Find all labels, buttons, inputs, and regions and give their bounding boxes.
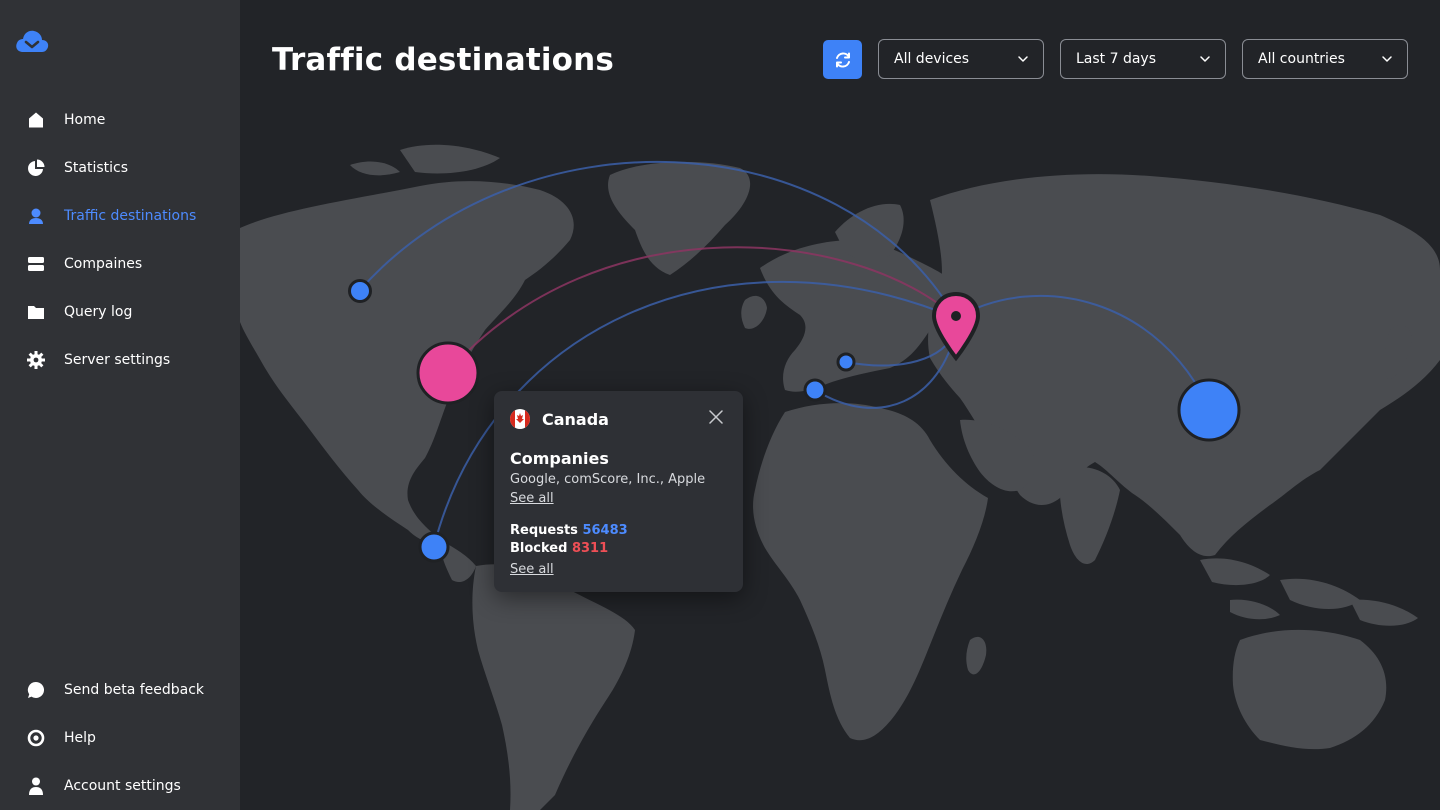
chevron-down-icon bbox=[1382, 56, 1392, 62]
chat-bubble-icon bbox=[24, 678, 48, 702]
devices-select[interactable]: All devices bbox=[878, 39, 1044, 79]
sidebar-item-label: Home bbox=[64, 112, 106, 128]
popup-country-name: Canada bbox=[542, 409, 609, 429]
blocked-label: Blocked bbox=[510, 541, 568, 556]
map-marker-small[interactable] bbox=[836, 352, 856, 372]
server-icon bbox=[24, 252, 48, 276]
period-select-value: Last 7 days bbox=[1076, 51, 1157, 67]
close-icon[interactable] bbox=[709, 410, 723, 424]
blocked-value: 8311 bbox=[571, 541, 609, 556]
see-all-stats-link[interactable]: See all bbox=[510, 562, 554, 577]
sidebar: Home Statistics Traffic destinations Com… bbox=[0, 0, 240, 810]
pie-chart-icon bbox=[24, 156, 48, 180]
map-marker-large-blue[interactable] bbox=[1177, 378, 1241, 442]
blocked-stat: Blocked 8311 bbox=[510, 540, 727, 558]
sidebar-item-label: Query log bbox=[64, 304, 133, 320]
sidebar-item-label: Server settings bbox=[64, 352, 171, 368]
countries-select[interactable]: All countries bbox=[1242, 39, 1408, 79]
user-pin-icon bbox=[24, 204, 48, 228]
sidebar-item-account-settings[interactable]: Account settings bbox=[24, 774, 181, 798]
sidebar-item-label: Compaines bbox=[64, 256, 143, 272]
person-icon bbox=[24, 774, 48, 798]
sidebar-item-label: Account settings bbox=[64, 778, 181, 794]
sidebar-item-compaines[interactable]: Compaines bbox=[24, 252, 142, 276]
land-masses bbox=[240, 144, 1440, 810]
sidebar-item-traffic-destinations[interactable]: Traffic destinations bbox=[24, 204, 196, 228]
devices-select-value: All devices bbox=[894, 51, 970, 67]
sidebar-item-label: Help bbox=[64, 730, 96, 746]
map-marker-small[interactable] bbox=[348, 279, 372, 303]
sidebar-item-send-beta-feedback[interactable]: Send beta feedback bbox=[24, 678, 204, 702]
folder-icon bbox=[24, 300, 48, 324]
refresh-icon bbox=[835, 51, 850, 68]
sidebar-item-query-log[interactable]: Query log bbox=[24, 300, 132, 324]
requests-stat: Requests 56483 bbox=[510, 522, 727, 540]
sidebar-item-home[interactable]: Home bbox=[24, 108, 105, 132]
cloud-check-icon[interactable] bbox=[14, 26, 50, 56]
sidebar-item-label: Send beta feedback bbox=[64, 682, 205, 698]
see-all-companies-link[interactable]: See all bbox=[510, 491, 554, 506]
requests-value: 56483 bbox=[582, 523, 628, 538]
sidebar-item-label: Statistics bbox=[64, 160, 128, 176]
countries-select-value: All countries bbox=[1258, 51, 1345, 67]
sidebar-item-help[interactable]: Help bbox=[24, 726, 96, 750]
sidebar-item-statistics[interactable]: Statistics bbox=[24, 156, 128, 180]
chevron-down-icon bbox=[1018, 56, 1028, 62]
page-title: Traffic destinations bbox=[272, 42, 615, 78]
country-popup: Canada Companies Google, comScore, Inc.,… bbox=[494, 391, 743, 592]
map-marker-small[interactable] bbox=[803, 378, 827, 402]
period-select[interactable]: Last 7 days bbox=[1060, 39, 1226, 79]
chevron-down-icon bbox=[1200, 56, 1210, 62]
map-marker-small[interactable] bbox=[418, 531, 450, 563]
requests-label: Requests bbox=[510, 523, 578, 538]
main-content: Traffic destinations All devices Last 7 … bbox=[240, 0, 1440, 810]
popup-companies-title: Companies bbox=[510, 449, 609, 468]
refresh-button[interactable] bbox=[823, 40, 862, 79]
sidebar-item-server-settings[interactable]: Server settings bbox=[24, 348, 170, 372]
help-ring-icon bbox=[24, 726, 48, 750]
gear-icon bbox=[24, 348, 48, 372]
canada-flag-icon bbox=[510, 409, 530, 429]
popup-companies-list: Google, comScore, Inc., Apple bbox=[510, 472, 706, 487]
sidebar-item-label: Traffic destinations bbox=[64, 208, 197, 224]
world-map[interactable] bbox=[240, 0, 1440, 810]
map-marker-large-pink[interactable] bbox=[416, 341, 480, 405]
home-icon bbox=[24, 108, 48, 132]
